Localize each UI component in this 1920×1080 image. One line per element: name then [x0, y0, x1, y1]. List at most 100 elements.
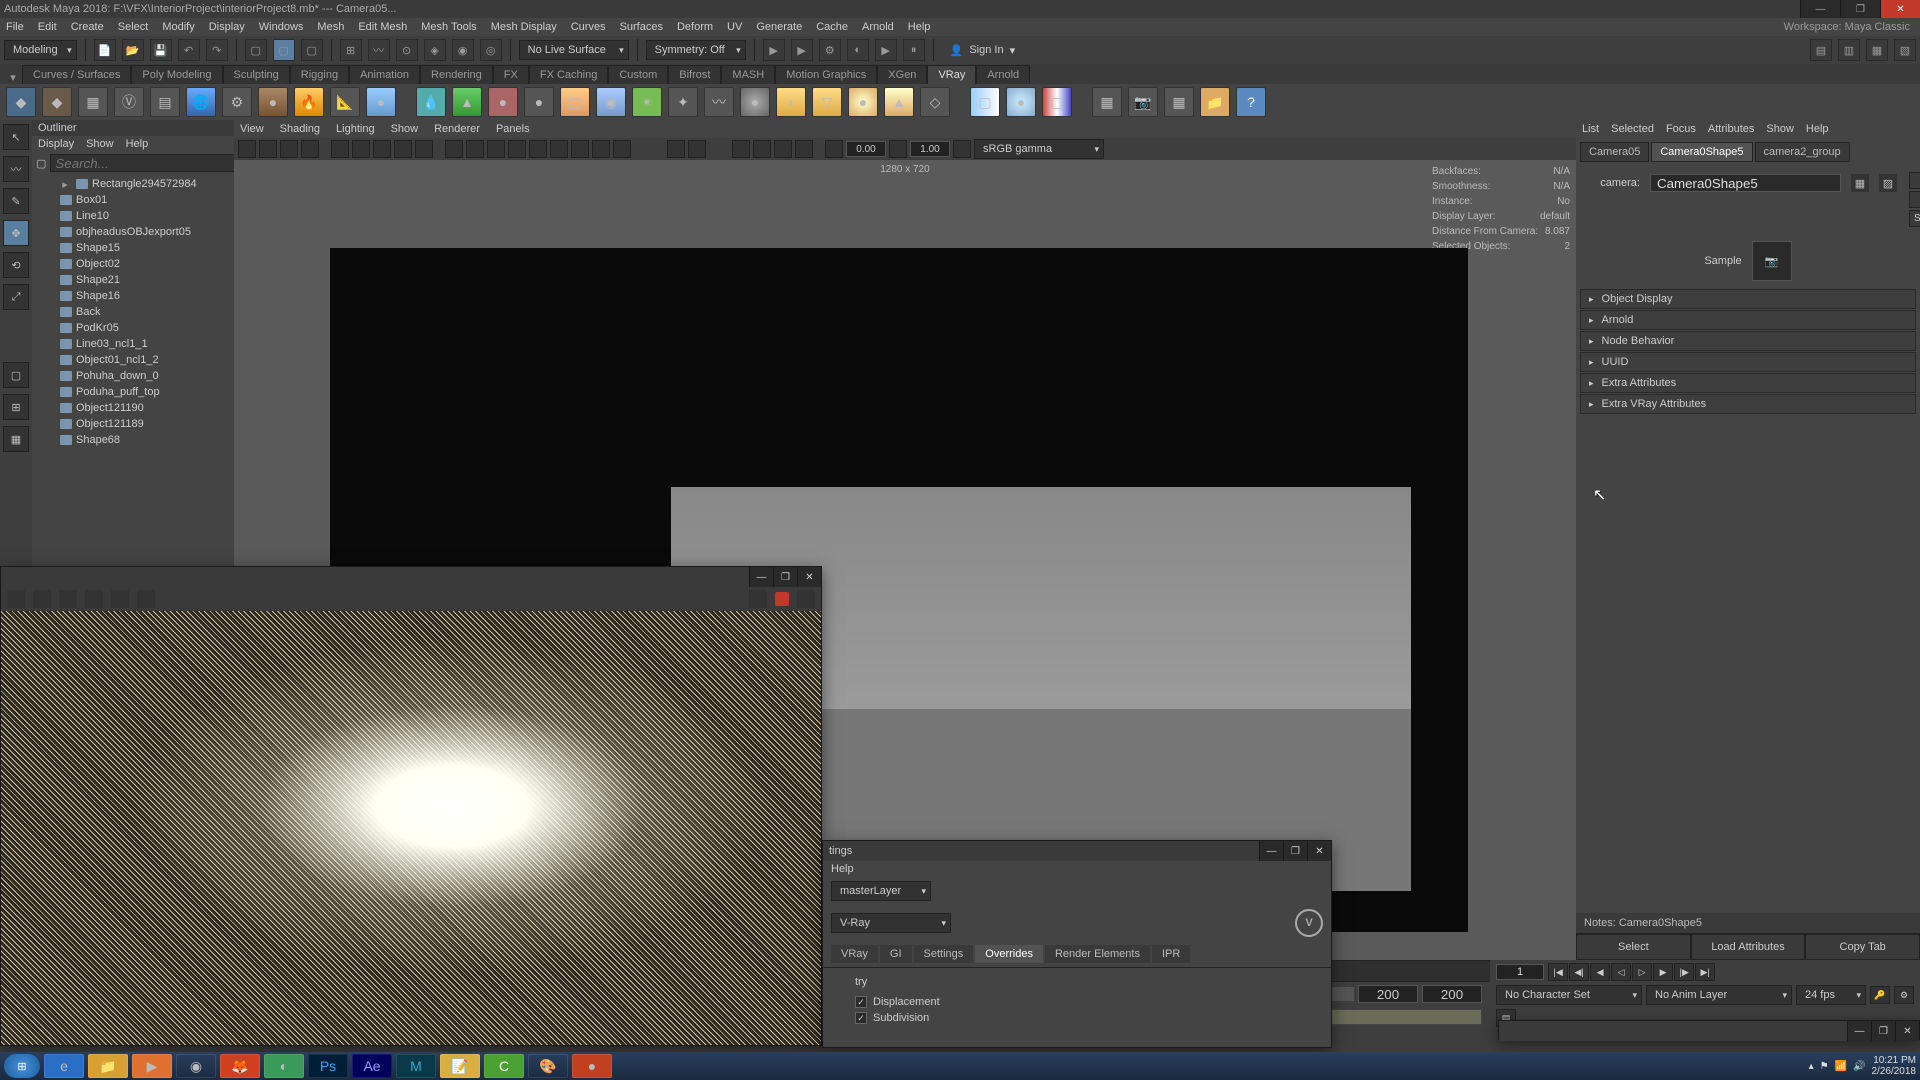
prefs-icon[interactable]: ⚙ — [1894, 986, 1914, 1004]
attr-section[interactable]: UUID — [1580, 352, 1916, 372]
shelf-light-btn-1[interactable]: 💧 — [416, 87, 446, 117]
vp-menu-shading[interactable]: Shading — [280, 123, 320, 135]
snap-view-icon[interactable]: ◎ — [480, 39, 502, 61]
far-clip-input[interactable] — [910, 141, 950, 157]
shelf-tab-rigging[interactable]: Rigging — [290, 65, 349, 84]
shelf-tab-rendering[interactable]: Rendering — [420, 65, 493, 84]
tray-volume-icon[interactable]: 🔊 — [1853, 1061, 1865, 1072]
menu-arnold[interactable]: Arnold — [862, 21, 894, 33]
outliner-item[interactable]: Poduha_puff_top — [32, 384, 234, 400]
blank-titlebar[interactable]: — ❐ ✕ — [1499, 1021, 1919, 1041]
vfb-maximize-button[interactable]: ❐ — [773, 567, 797, 587]
layout-custom-icon[interactable]: ▦ — [3, 426, 29, 452]
toggle-outliner-icon[interactable]: ▤ — [1810, 39, 1832, 61]
undo-icon[interactable]: ↶ — [178, 39, 200, 61]
shelf-light-rect[interactable]: ▽ — [812, 87, 842, 117]
shelf-help-icon[interactable]: ? — [1236, 87, 1266, 117]
outliner-search-input[interactable] — [50, 154, 239, 172]
vfb-region-icon[interactable] — [85, 590, 103, 608]
vp-tool-icon[interactable] — [331, 140, 349, 158]
shelf-tab-arnold[interactable]: Arnold — [976, 65, 1030, 84]
expand-icon[interactable]: ▸ — [60, 178, 70, 191]
vp-tool-icon[interactable] — [774, 140, 792, 158]
shelf-map-btn-1[interactable]: ▢ — [970, 87, 1000, 117]
load-attributes-button[interactable]: Load Attributes — [1691, 934, 1806, 960]
shelf-util-btn-1[interactable]: ▦ — [1092, 87, 1122, 117]
outliner-item[interactable]: Line03_ncl1_1 — [32, 336, 234, 352]
vp-tool-icon[interactable] — [550, 140, 568, 158]
open-scene-icon[interactable]: 📂 — [122, 39, 144, 61]
shelf-tab-poly[interactable]: Poly Modeling — [131, 65, 222, 84]
rs-tab-overrides[interactable]: Overrides — [975, 945, 1043, 963]
step-fwd-icon[interactable]: ▶ — [1653, 963, 1673, 981]
move-tool-icon[interactable]: ✥ — [3, 220, 29, 246]
shelf-map-btn-2[interactable]: ● — [1006, 87, 1036, 117]
object-mode-icon[interactable]: ▢ — [273, 39, 295, 61]
taskbar-chrome[interactable]: ◉ — [176, 1054, 216, 1078]
node-graph-icon[interactable]: ▦ — [1851, 174, 1869, 192]
shelf-light-btn-3[interactable]: ● — [488, 87, 518, 117]
play-end-input[interactable] — [1358, 985, 1418, 1003]
filter-icon[interactable]: ▢ — [36, 157, 46, 170]
near-clip-input[interactable] — [846, 141, 886, 157]
vp-tool-icon[interactable] — [415, 140, 433, 158]
shelf-light-btn-5[interactable]: ▢ — [560, 87, 590, 117]
vfb-close-button[interactable]: ✕ — [797, 567, 821, 587]
shelf-vray-btn-3[interactable]: ▦ — [78, 87, 108, 117]
focus-button[interactable]: Focus — [1909, 172, 1920, 189]
play-fwd-icon[interactable]: ▷ — [1632, 963, 1652, 981]
outliner-item[interactable]: Box01 — [32, 192, 234, 208]
outliner-item[interactable]: Object02 — [32, 256, 234, 272]
taskbar-photoshop[interactable]: Ps — [308, 1054, 348, 1078]
attr-tab-group[interactable]: camera2_group — [1755, 142, 1850, 162]
paint-tool-icon[interactable]: ✎ — [3, 188, 29, 214]
hypershade-icon[interactable]: ◐ — [847, 39, 869, 61]
attr-section[interactable]: Extra Attributes — [1580, 373, 1916, 393]
menu-edit[interactable]: Edit — [38, 21, 57, 33]
taskbar-app1[interactable]: ◐ — [264, 1054, 304, 1078]
copy-tab-button[interactable]: Copy Tab — [1805, 934, 1920, 960]
save-scene-icon[interactable]: 💾 — [150, 39, 172, 61]
go-start-icon[interactable]: |◀ — [1548, 963, 1568, 981]
vp-tool-icon[interactable] — [613, 140, 631, 158]
vp-tool-icon[interactable] — [259, 140, 277, 158]
shelf-vray-btn-5[interactable]: ▤ — [150, 87, 180, 117]
attr-menu-show[interactable]: Show — [1766, 123, 1794, 135]
sign-in-button[interactable]: 👤 Sign In ▾ — [942, 44, 1023, 57]
outliner-item[interactable]: PodKr05 — [32, 320, 234, 336]
vp-tool-icon[interactable] — [238, 140, 256, 158]
vp-tool-icon[interactable] — [592, 140, 610, 158]
vp-menu-renderer[interactable]: Renderer — [434, 123, 480, 135]
vp-menu-lighting[interactable]: Lighting — [336, 123, 375, 135]
outliner-item[interactable]: Object01_ncl1_2 — [32, 352, 234, 368]
renderer-dropdown[interactable]: V-Ray — [831, 913, 951, 933]
new-scene-icon[interactable]: 📄 — [94, 39, 116, 61]
show-button[interactable]: Show — [1909, 210, 1920, 227]
shelf-vray-btn-10[interactable]: 📐 — [330, 87, 360, 117]
shelf-tab-curves[interactable]: Curves / Surfaces — [22, 65, 131, 84]
attr-menu-focus[interactable]: Focus — [1666, 123, 1696, 135]
render-settings-icon[interactable]: ⚙ — [819, 39, 841, 61]
rs-tab-vray[interactable]: VRay — [831, 945, 878, 963]
gamma-icon[interactable] — [889, 140, 907, 158]
character-set-dropdown[interactable]: No Character Set — [1496, 985, 1642, 1005]
vp-tool-icon[interactable] — [352, 140, 370, 158]
current-frame-input[interactable]: 1 — [1496, 964, 1544, 980]
rs-menu-help[interactable]: Help — [823, 861, 1331, 877]
snap-plane-icon[interactable]: ◈ — [424, 39, 446, 61]
vfb-minimize-button[interactable]: — — [749, 567, 773, 587]
blank-close-button[interactable]: ✕ — [1895, 1021, 1919, 1041]
vfb-track-icon[interactable] — [111, 590, 129, 608]
vfb-grid-icon[interactable] — [137, 590, 155, 608]
system-tray[interactable]: ▴ ⚑ 📶 🔊 10:21 PM 2/26/2018 — [1809, 1055, 1916, 1077]
exposure-icon[interactable] — [825, 140, 843, 158]
snap-grid-icon[interactable]: ⊞ — [340, 39, 362, 61]
live-surface-dropdown[interactable]: No Live Surface — [519, 40, 629, 60]
select-mode-icon[interactable]: ▢ — [245, 39, 267, 61]
layout-single-icon[interactable]: ▢ — [3, 362, 29, 388]
node-graph-icon-2[interactable]: ▨ — [1879, 174, 1897, 192]
attr-section[interactable]: Object Display — [1580, 289, 1916, 309]
rs-maximize-button[interactable]: ❐ — [1283, 841, 1307, 861]
shelf-vray-btn-6[interactable]: 🌐 — [186, 87, 216, 117]
shelf-tab-mash[interactable]: MASH — [721, 65, 775, 84]
